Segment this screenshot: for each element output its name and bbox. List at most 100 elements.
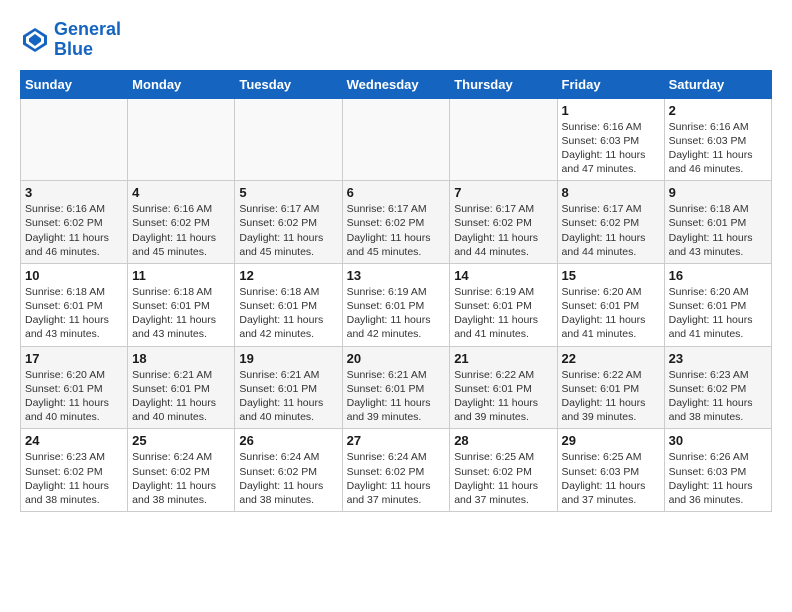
day-info: Sunrise: 6:21 AMSunset: 6:01 PMDaylight:… <box>239 368 337 425</box>
day-number: 5 <box>239 185 337 200</box>
day-info: Sunrise: 6:19 AMSunset: 6:01 PMDaylight:… <box>347 285 446 342</box>
calendar-cell: 3 Sunrise: 6:16 AMSunset: 6:02 PMDaylight… <box>21 181 128 264</box>
day-info: Sunrise: 6:17 AMSunset: 6:02 PMDaylight:… <box>239 202 337 259</box>
day-number: 3 <box>25 185 123 200</box>
calendar-cell: 4 Sunrise: 6:16 AMSunset: 6:02 PMDaylight… <box>128 181 235 264</box>
day-info: Sunrise: 6:21 AMSunset: 6:01 PMDaylight:… <box>347 368 446 425</box>
calendar-cell <box>235 98 342 181</box>
calendar-header-row: SundayMondayTuesdayWednesdayThursdayFrid… <box>21 70 772 98</box>
calendar-cell: 24Sunrise: 6:23 AMSunset: 6:02 PMDayligh… <box>21 429 128 512</box>
day-number: 29 <box>562 433 660 448</box>
day-number: 15 <box>562 268 660 283</box>
calendar-cell: 7 Sunrise: 6:17 AMSunset: 6:02 PMDaylight… <box>450 181 557 264</box>
calendar-cell: 14 Sunrise: 6:19 AMSunset: 6:01 PMDayligh… <box>450 263 557 346</box>
day-number: 1 <box>562 103 660 118</box>
column-header-sunday: Sunday <box>21 70 128 98</box>
calendar-cell: 19 Sunrise: 6:21 AMSunset: 6:01 PMDayligh… <box>235 346 342 429</box>
calendar-week-1: 1 Sunrise: 6:16 AMSunset: 6:03 PMDaylight… <box>21 98 772 181</box>
day-number: 12 <box>239 268 337 283</box>
calendar-cell: 21 Sunrise: 6:22 AMSunset: 6:01 PMDayligh… <box>450 346 557 429</box>
day-info: Sunrise: 6:18 AMSunset: 6:01 PMDaylight:… <box>25 285 123 342</box>
column-header-thursday: Thursday <box>450 70 557 98</box>
day-number: 24 <box>25 433 123 448</box>
calendar-cell: 28Sunrise: 6:25 AMSunset: 6:02 PMDayligh… <box>450 429 557 512</box>
column-header-wednesday: Wednesday <box>342 70 450 98</box>
day-number: 6 <box>347 185 446 200</box>
day-info: Sunrise: 6:20 AMSunset: 6:01 PMDaylight:… <box>25 368 123 425</box>
logo-icon <box>20 25 50 55</box>
calendar-cell: 2 Sunrise: 6:16 AMSunset: 6:03 PMDaylight… <box>664 98 771 181</box>
calendar-cell: 26 Sunrise: 6:24 AMSunset: 6:02 PMDayligh… <box>235 429 342 512</box>
day-number: 26 <box>239 433 337 448</box>
logo-text: General Blue <box>54 20 121 60</box>
day-info: Sunrise: 6:26 AMSunset: 6:03 PMDaylight:… <box>669 450 767 507</box>
calendar-cell <box>450 98 557 181</box>
day-info: Sunrise: 6:18 AMSunset: 6:01 PMDaylight:… <box>239 285 337 342</box>
day-info: Sunrise: 6:24 AMSunset: 6:02 PMDaylight:… <box>239 450 337 507</box>
calendar-cell: 25 Sunrise: 6:24 AMSunset: 6:02 PMDayligh… <box>128 429 235 512</box>
day-number: 13 <box>347 268 446 283</box>
day-info: Sunrise: 6:25 AMSunset: 6:03 PMDaylight:… <box>562 450 660 507</box>
day-info: Sunrise: 6:21 AMSunset: 6:01 PMDaylight:… <box>132 368 230 425</box>
day-info: Sunrise: 6:16 AMSunset: 6:02 PMDaylight:… <box>25 202 123 259</box>
day-number: 23 <box>669 351 767 366</box>
day-number: 20 <box>347 351 446 366</box>
day-info: Sunrise: 6:18 AMSunset: 6:01 PMDaylight:… <box>132 285 230 342</box>
day-number: 4 <box>132 185 230 200</box>
column-header-tuesday: Tuesday <box>235 70 342 98</box>
day-info: Sunrise: 6:24 AMSunset: 6:02 PMDaylight:… <box>347 450 446 507</box>
day-info: Sunrise: 6:17 AMSunset: 6:02 PMDaylight:… <box>347 202 446 259</box>
day-number: 22 <box>562 351 660 366</box>
calendar-cell <box>21 98 128 181</box>
day-info: Sunrise: 6:22 AMSunset: 6:01 PMDaylight:… <box>454 368 552 425</box>
day-number: 27 <box>347 433 446 448</box>
calendar-cell: 12 Sunrise: 6:18 AMSunset: 6:01 PMDayligh… <box>235 263 342 346</box>
calendar-cell: 1 Sunrise: 6:16 AMSunset: 6:03 PMDaylight… <box>557 98 664 181</box>
day-number: 11 <box>132 268 230 283</box>
day-number: 8 <box>562 185 660 200</box>
page-header: General Blue <box>20 20 772 60</box>
column-header-friday: Friday <box>557 70 664 98</box>
calendar-week-3: 10 Sunrise: 6:18 AMSunset: 6:01 PMDayligh… <box>21 263 772 346</box>
day-info: Sunrise: 6:17 AMSunset: 6:02 PMDaylight:… <box>454 202 552 259</box>
day-info: Sunrise: 6:22 AMSunset: 6:01 PMDaylight:… <box>562 368 660 425</box>
calendar-cell: 13 Sunrise: 6:19 AMSunset: 6:01 PMDayligh… <box>342 263 450 346</box>
day-info: Sunrise: 6:16 AMSunset: 6:03 PMDaylight:… <box>669 120 767 177</box>
day-number: 2 <box>669 103 767 118</box>
day-number: 25 <box>132 433 230 448</box>
day-info: Sunrise: 6:20 AMSunset: 6:01 PMDaylight:… <box>669 285 767 342</box>
day-number: 16 <box>669 268 767 283</box>
day-number: 21 <box>454 351 552 366</box>
day-info: Sunrise: 6:24 AMSunset: 6:02 PMDaylight:… <box>132 450 230 507</box>
calendar-cell: 5 Sunrise: 6:17 AMSunset: 6:02 PMDaylight… <box>235 181 342 264</box>
day-info: Sunrise: 6:16 AMSunset: 6:02 PMDaylight:… <box>132 202 230 259</box>
calendar-cell: 22 Sunrise: 6:22 AMSunset: 6:01 PMDayligh… <box>557 346 664 429</box>
calendar-week-5: 24Sunrise: 6:23 AMSunset: 6:02 PMDayligh… <box>21 429 772 512</box>
calendar-table: SundayMondayTuesdayWednesdayThursdayFrid… <box>20 70 772 512</box>
calendar-cell: 16 Sunrise: 6:20 AMSunset: 6:01 PMDayligh… <box>664 263 771 346</box>
column-header-saturday: Saturday <box>664 70 771 98</box>
day-info: Sunrise: 6:23 AMSunset: 6:02 PMDaylight:… <box>669 368 767 425</box>
day-info: Sunrise: 6:18 AMSunset: 6:01 PMDaylight:… <box>669 202 767 259</box>
day-number: 19 <box>239 351 337 366</box>
day-info: Sunrise: 6:19 AMSunset: 6:01 PMDaylight:… <box>454 285 552 342</box>
logo: General Blue <box>20 20 121 60</box>
day-number: 9 <box>669 185 767 200</box>
calendar-cell: 18 Sunrise: 6:21 AMSunset: 6:01 PMDayligh… <box>128 346 235 429</box>
calendar-cell: 17 Sunrise: 6:20 AMSunset: 6:01 PMDayligh… <box>21 346 128 429</box>
day-number: 7 <box>454 185 552 200</box>
calendar-cell: 30 Sunrise: 6:26 AMSunset: 6:03 PMDayligh… <box>664 429 771 512</box>
day-info: Sunrise: 6:16 AMSunset: 6:03 PMDaylight:… <box>562 120 660 177</box>
day-number: 10 <box>25 268 123 283</box>
day-number: 14 <box>454 268 552 283</box>
day-number: 30 <box>669 433 767 448</box>
calendar-cell <box>128 98 235 181</box>
calendar-cell: 27 Sunrise: 6:24 AMSunset: 6:02 PMDayligh… <box>342 429 450 512</box>
day-info: Sunrise: 6:20 AMSunset: 6:01 PMDaylight:… <box>562 285 660 342</box>
day-number: 18 <box>132 351 230 366</box>
day-number: 17 <box>25 351 123 366</box>
calendar-week-2: 3 Sunrise: 6:16 AMSunset: 6:02 PMDaylight… <box>21 181 772 264</box>
calendar-cell: 11 Sunrise: 6:18 AMSunset: 6:01 PMDayligh… <box>128 263 235 346</box>
day-number: 28 <box>454 433 552 448</box>
calendar-cell: 10 Sunrise: 6:18 AMSunset: 6:01 PMDayligh… <box>21 263 128 346</box>
